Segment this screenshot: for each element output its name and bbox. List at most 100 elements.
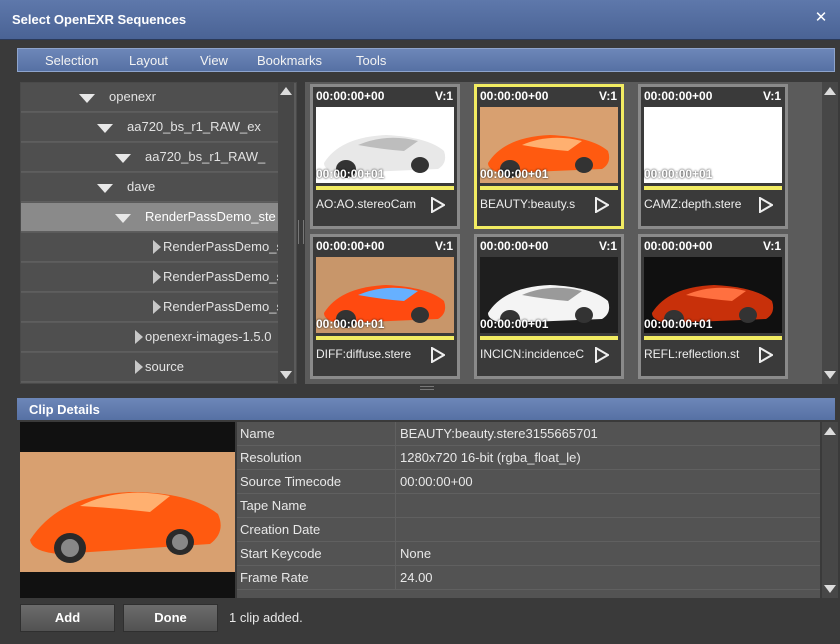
expanded-triangle-icon[interactable] [97,124,113,133]
clip-version: V:1 [598,89,617,103]
tree-item-label: aa720_bs_r1_RAW_ [145,149,266,164]
clip-tile[interactable]: 00:00:00+00 V:1 00:00:00+01 INCICN:incidenc… [474,234,624,379]
detail-row: Name BEAUTY:beauty.stere3155665701 [237,422,820,446]
collapsed-triangle-icon[interactable] [135,330,143,344]
detail-key: Start Keycode [240,546,322,561]
folder-tree: openexr aa720_bs_r1_RAW_ex aa720_bs_r1_RAW… [20,82,297,384]
clip-version: V:1 [762,239,781,253]
tree-item[interactable]: RenderPassDemo_ste [21,203,281,232]
tree-item[interactable]: aa720_bs_r1_RAW_ [21,143,281,172]
column-divider [395,566,396,590]
menu-bookmarks[interactable]: Bookmarks [257,53,322,68]
clip-preview-image [20,422,235,598]
tree-item[interactable]: openexr-images-1.5.0 [21,323,281,352]
tree-item[interactable]: RenderPassDemo_ste [21,233,294,262]
scroll-up-icon[interactable] [280,87,292,95]
detail-row: Resolution 1280x720 16-bit (rgba_float_le… [237,446,820,470]
clip-start-timecode: 00:00:00+00 [480,239,549,253]
detail-row: Creation Date [237,518,820,542]
panel-resize-handle[interactable] [420,386,434,390]
tree-scrollbar[interactable] [278,82,294,384]
tree-item[interactable]: dave [21,173,281,202]
expanded-triangle-icon[interactable] [79,94,95,103]
clip-tile[interactable]: 00:00:00+00 V:1 00:00:00+01 AO:AO.stereoCam [310,84,460,229]
tree-item-label: RenderPassDemo_ste [163,269,294,284]
tree-item[interactable]: RenderPassDemo_ste [21,263,294,292]
tree-item-label: dave [127,179,156,194]
play-icon[interactable] [431,347,445,363]
tree-item[interactable]: openexr [21,83,281,112]
play-icon[interactable] [759,347,773,363]
pane-splitter-handle[interactable] [298,220,304,244]
clip-start-timecode: 00:00:00+00 [316,89,385,103]
clip-details-header: Clip Details [17,398,835,420]
clip-start-timecode: 00:00:00+00 [316,239,385,253]
scroll-down-icon[interactable] [280,371,292,379]
column-divider [395,494,396,518]
tree-item-label: RenderPassDemo_ste [163,239,294,254]
details-scrollbar[interactable] [822,422,838,598]
clip-range-bar [644,336,782,340]
menu-selection[interactable]: Selection [45,53,98,68]
clip-tile[interactable]: 00:00:00+00 V:1 00:00:00+01 BEAUTY:beauty.s [474,84,624,229]
expanded-triangle-icon[interactable] [97,184,113,193]
column-divider [395,446,396,470]
clip-tile[interactable]: 00:00:00+00 V:1 00:00:00+01 DIFF:diffuse.st… [310,234,460,379]
tree-item-label: aa720_bs_r1_RAW_ex [127,119,261,134]
expanded-triangle-icon[interactable] [115,154,131,163]
detail-value: 00:00:00+00 [400,474,473,489]
detail-key: Frame Rate [240,570,309,585]
clip-tile[interactable]: 00:00:00+00 V:1 00:00:00+01 REFL:reflection… [638,234,788,379]
detail-value: 24.00 [400,570,433,585]
clip-details-title: Clip Details [29,402,100,417]
menu-view[interactable]: View [200,53,228,68]
clip-range-bar [480,336,618,340]
tree-item-label: openexr [109,89,156,104]
done-button[interactable]: Done [123,604,218,632]
play-icon[interactable] [595,347,609,363]
play-icon[interactable] [595,197,609,213]
play-icon[interactable] [431,197,445,213]
column-divider [395,542,396,566]
clip-start-timecode: 00:00:00+00 [480,89,549,103]
tree-item[interactable]: RenderPassDemo_ste [21,293,294,322]
clip-start-timecode: 00:00:00+00 [644,239,713,253]
grid-scrollbar[interactable] [822,82,838,384]
scroll-up-icon[interactable] [824,87,836,95]
collapsed-triangle-icon[interactable] [153,240,161,254]
clip-name: CAMZ:depth.stere [644,197,742,211]
clip-grid: 00:00:00+00 V:1 00:00:00+01 AO:AO.stereoCam… [305,82,822,384]
status-message: 1 clip added. [229,610,303,625]
menu-layout[interactable]: Layout [129,53,168,68]
scroll-down-icon[interactable] [824,371,836,379]
expanded-triangle-icon[interactable] [115,214,131,223]
clip-tile[interactable]: 00:00:00+00 V:1 00:00:00+01 CAMZ:depth.ster… [638,84,788,229]
tree-item[interactable]: source [21,353,281,382]
clip-version: V:1 [434,239,453,253]
clip-name: INCICN:incidenceC [480,347,585,361]
detail-value: 1280x720 16-bit (rgba_float_le) [400,450,581,465]
scroll-down-icon[interactable] [824,585,836,593]
tree-item-label: source [145,359,185,374]
clip-end-timecode: 00:00:00+01 [316,167,385,181]
title-bar: Select OpenEXR Sequences ✕ [0,0,840,40]
collapsed-triangle-icon[interactable] [153,300,161,314]
menu-tools[interactable]: Tools [356,53,386,68]
tree-item[interactable]: aa720_bs_r1_RAW_ex [21,113,281,142]
window-title: Select OpenEXR Sequences [12,12,187,27]
collapsed-triangle-icon[interactable] [135,360,143,374]
tree-item-label: RenderPassDemo_ste [145,209,276,224]
add-button[interactable]: Add [20,604,115,632]
collapsed-triangle-icon[interactable] [153,270,161,284]
clip-end-timecode: 00:00:00+01 [644,167,713,181]
close-icon[interactable]: ✕ [812,9,830,27]
clip-end-timecode: 00:00:00+01 [480,167,549,181]
clip-end-timecode: 00:00:00+01 [316,317,385,331]
detail-key: Creation Date [240,522,321,537]
clip-version: V:1 [598,239,617,253]
detail-key: Name [240,426,275,441]
scroll-up-icon[interactable] [824,427,836,435]
clip-range-bar [644,186,782,190]
play-icon[interactable] [759,197,773,213]
clip-start-timecode: 00:00:00+00 [644,89,713,103]
